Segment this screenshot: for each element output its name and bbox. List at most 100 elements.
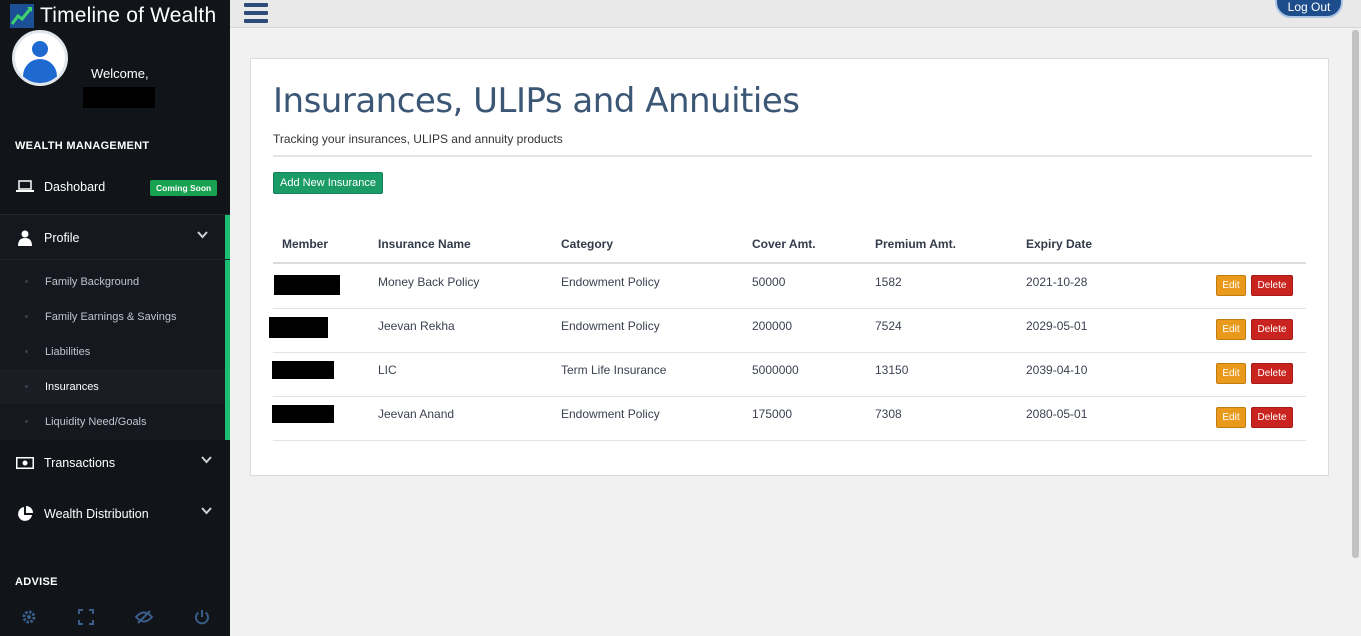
bullet-icon xyxy=(25,350,28,353)
coming-soon-badge: Coming Soon xyxy=(150,180,218,196)
redacted-username xyxy=(83,87,155,108)
column-header-category: Category xyxy=(561,237,614,251)
add-new-insurance-button[interactable]: Add New Insurance xyxy=(273,172,383,194)
cell-category: Endowment Policy xyxy=(561,275,660,289)
sidebar-item-label: Profile xyxy=(44,231,80,245)
sidebar-subitem-family-earnings[interactable]: Family Earnings & Savings xyxy=(0,299,225,334)
redacted-member xyxy=(274,275,340,295)
sidebar-subitem-label: Family Earnings & Savings xyxy=(45,310,177,323)
logout-button[interactable]: Log Out xyxy=(1275,0,1343,18)
sidebar: Timeline of Wealth Welcome, WEALTH MANAG… xyxy=(0,0,230,636)
sidebar-subitem-family-background[interactable]: Family Background xyxy=(0,264,225,299)
cell-insurance-name: Jeevan Anand xyxy=(378,407,455,421)
sidebar-subitem-label: Insurances xyxy=(45,380,99,393)
cell-expiry-date: 2021-10-28 xyxy=(1026,275,1088,289)
bullet-icon xyxy=(25,385,28,388)
cell-cover-amt: 175000 xyxy=(752,407,793,421)
cell-premium-amt: 1582 xyxy=(875,275,902,289)
sidebar-item-label: Transactions xyxy=(44,456,116,470)
chart-logo-icon xyxy=(10,4,34,28)
cell-premium-amt: 7308 xyxy=(875,407,902,421)
brand[interactable]: Timeline of Wealth xyxy=(0,0,230,32)
table-row: Jeevan Anand Endowment Policy 175000 730… xyxy=(272,397,1306,441)
column-header-expiry-date: Expiry Date xyxy=(1026,237,1093,251)
money-icon xyxy=(15,455,35,471)
edit-button[interactable]: Edit xyxy=(1216,275,1246,296)
cell-insurance-name: Jeevan Rekha xyxy=(378,319,455,333)
cell-insurance-name: Money Back Policy xyxy=(378,275,480,289)
chevron-down-icon xyxy=(197,230,208,242)
avatar-head xyxy=(32,41,48,57)
bullet-icon xyxy=(25,280,28,283)
section-wealth-management: WEALTH MANAGEMENT xyxy=(15,140,150,152)
column-header-premium-amt: Premium Amt. xyxy=(875,237,956,251)
vertical-scrollbar[interactable] xyxy=(1350,28,1361,636)
redacted-member xyxy=(272,405,334,423)
delete-button[interactable]: Delete xyxy=(1251,363,1293,384)
sidebar-item-transactions[interactable]: Transactions xyxy=(0,443,230,483)
pie-chart-icon xyxy=(15,506,35,522)
redacted-member xyxy=(272,361,334,379)
table-header: Member Insurance Name Category Cover Amt… xyxy=(273,235,1306,264)
divider xyxy=(0,259,230,260)
edit-button[interactable]: Edit xyxy=(1216,407,1246,428)
page-subtitle: Tracking your insurances, ULIPS and annu… xyxy=(273,132,563,146)
hamburger-bar xyxy=(244,11,268,15)
settings-gear-icon[interactable] xyxy=(21,609,37,630)
sidebar-item-label: Wealth Distribution xyxy=(44,507,149,521)
table-row: Money Back Policy Endowment Policy 50000… xyxy=(273,265,1306,309)
laptop-icon xyxy=(15,179,35,195)
user-icon xyxy=(15,230,35,246)
eye-slash-icon[interactable] xyxy=(134,609,153,629)
welcome-text: Welcome, xyxy=(91,66,149,81)
redacted-member xyxy=(269,317,328,338)
page-title: Insurances, ULIPs and Annuities xyxy=(273,81,800,121)
chevron-down-icon xyxy=(201,455,212,467)
avatar[interactable] xyxy=(12,30,68,86)
table-row: LIC Term Life Insurance 5000000 13150 20… xyxy=(272,353,1306,397)
fullscreen-icon[interactable] xyxy=(77,608,94,630)
brand-title: Timeline of Wealth xyxy=(40,4,217,27)
cell-expiry-date: 2080-05-01 xyxy=(1026,407,1088,421)
table-row: Jeevan Rekha Endowment Policy 200000 752… xyxy=(269,309,1306,353)
cell-expiry-date: 2029-05-01 xyxy=(1026,319,1088,333)
sidebar-subitem-insurances[interactable]: Insurances xyxy=(0,369,225,404)
column-header-cover-amt: Cover Amt. xyxy=(752,237,816,251)
section-advise: ADVISE xyxy=(15,576,58,588)
sidebar-subitem-label: Liabilities xyxy=(45,345,91,358)
sidebar-footer xyxy=(0,602,230,636)
sidebar-item-label: Dashobard xyxy=(44,180,106,194)
bullet-icon xyxy=(25,420,28,423)
edit-button[interactable]: Edit xyxy=(1216,363,1246,384)
delete-button[interactable]: Delete xyxy=(1251,407,1293,428)
cell-cover-amt: 5000000 xyxy=(752,363,799,377)
sidebar-item-wealth-distribution[interactable]: Wealth Distribution xyxy=(0,494,230,534)
hamburger-bar xyxy=(244,3,268,7)
hamburger-bar xyxy=(244,19,268,23)
divider xyxy=(273,155,1312,157)
sidebar-subitem-liquidity-goals[interactable]: Liquidity Need/Goals xyxy=(0,404,225,439)
cell-premium-amt: 7524 xyxy=(875,319,902,333)
delete-button[interactable]: Delete xyxy=(1251,319,1293,340)
delete-button[interactable]: Delete xyxy=(1251,275,1293,296)
sidebar-item-profile[interactable]: Profile xyxy=(0,218,230,258)
edit-button[interactable]: Edit xyxy=(1216,319,1246,340)
hamburger-menu-icon[interactable] xyxy=(244,3,268,23)
power-icon[interactable] xyxy=(194,609,210,630)
sidebar-subitem-label: Family Background xyxy=(45,275,140,288)
cell-category: Endowment Policy xyxy=(561,407,660,421)
sidebar-subitem-liabilities[interactable]: Liabilities xyxy=(0,334,225,369)
chevron-down-icon xyxy=(201,506,212,518)
scrollbar-thumb[interactable] xyxy=(1352,30,1359,558)
topbar: Log Out xyxy=(230,0,1361,28)
cell-insurance-name: LIC xyxy=(378,363,397,377)
sidebar-subitem-label: Liquidity Need/Goals xyxy=(45,415,147,428)
cell-premium-amt: 13150 xyxy=(875,363,909,377)
cell-category: Endowment Policy xyxy=(561,319,660,333)
cell-cover-amt: 50000 xyxy=(752,275,786,289)
column-header-insurance-name: Insurance Name xyxy=(378,237,471,251)
column-header-member: Member xyxy=(282,237,329,251)
bullet-icon xyxy=(25,315,28,318)
cell-expiry-date: 2039-04-10 xyxy=(1026,363,1088,377)
avatar-body xyxy=(23,59,57,83)
